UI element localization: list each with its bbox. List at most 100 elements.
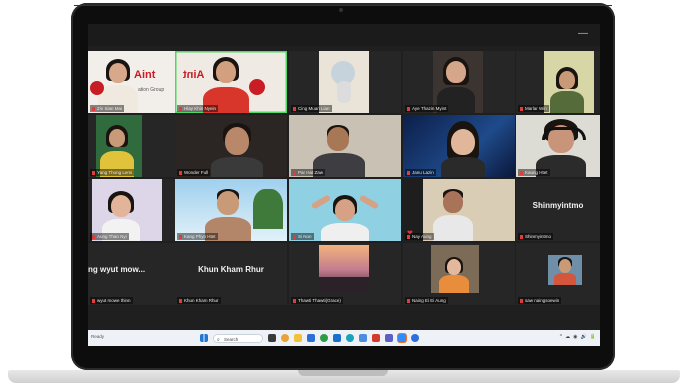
mic-muted-icon xyxy=(293,298,296,303)
participant-video xyxy=(403,243,515,305)
chat-icon[interactable] xyxy=(411,334,419,342)
mic-muted-icon xyxy=(520,298,523,303)
volume-icon[interactable]: 🔊 xyxy=(581,334,587,340)
xbox-icon[interactable] xyxy=(320,334,328,342)
laptop-notch xyxy=(298,370,388,376)
participant-name: Zin Sian Mai xyxy=(97,106,123,111)
participant-display-name: Khun Kham Rhur xyxy=(198,265,264,274)
video-tile[interactable]: Marlar Win xyxy=(516,51,600,113)
heart-reaction-icon: ❤ xyxy=(407,230,413,237)
mic-muted-icon xyxy=(92,170,95,175)
participant-name: Cing Muan Lian xyxy=(298,106,330,111)
video-tile[interactable]: Par Hat Zaw xyxy=(289,115,401,177)
video-tile[interactable]: Naing Ei Ei Aung xyxy=(403,243,515,305)
video-tile-no-video[interactable]: Khun Kham Rhur Khun Kham Rhur xyxy=(175,243,287,305)
taskbar-search-input[interactable]: ⌕ Search xyxy=(213,333,263,343)
minimize-icon[interactable]: — xyxy=(578,29,588,39)
mic-muted-icon xyxy=(179,234,182,239)
participant-name: Par Hat Zaw xyxy=(298,170,324,175)
file-explorer-icon[interactable] xyxy=(294,334,302,342)
zoom-meeting-screen: — Aint ation Group Zin Sian Mai Aint Hla… xyxy=(88,24,600,346)
participant-name: Naing Ei Ei Aung xyxy=(412,298,446,303)
store-icon[interactable] xyxy=(307,334,315,342)
virtual-background-subtext: ation Group xyxy=(138,87,165,93)
participant-name: Wonder Full xyxy=(184,170,209,175)
mic-muted-icon xyxy=(293,234,296,239)
participant-video xyxy=(403,179,515,241)
participant-video xyxy=(289,115,401,177)
participant-video xyxy=(289,51,401,113)
teams-icon[interactable] xyxy=(385,334,393,342)
browser-icon[interactable] xyxy=(281,334,289,342)
participant-name: Kaung Htet xyxy=(525,170,548,175)
mic-muted-icon xyxy=(520,170,523,175)
red-app-icon[interactable] xyxy=(372,334,380,342)
mic-muted-icon xyxy=(92,298,95,303)
participant-name: Khun Kham Rhur xyxy=(184,298,219,303)
participant-video xyxy=(289,179,401,241)
video-tile[interactable]: Cing Muan Lian xyxy=(289,51,401,113)
video-tile[interactable]: Kang Phyo Htet xyxy=(175,179,287,241)
magnifier-icon: ⌕ xyxy=(217,336,220,343)
edge-icon[interactable] xyxy=(346,334,354,342)
participant-name: wyut mowe thinn xyxy=(97,298,131,303)
participant-video xyxy=(403,115,515,177)
participant-video xyxy=(516,51,600,113)
participant-name: Si Non xyxy=(298,234,312,239)
battery-icon[interactable]: 🔋 xyxy=(590,334,596,340)
windows-logo-icon[interactable] xyxy=(200,334,208,342)
cloud-icon[interactable]: ☁ xyxy=(565,334,570,340)
mic-muted-icon xyxy=(520,106,523,111)
mic-muted-icon xyxy=(92,234,95,239)
video-tile-active-speaker[interactable]: Aint Hlay Khin Nyein xyxy=(175,51,287,113)
participant-video xyxy=(403,51,515,113)
video-tile[interactable]: Wonder Full xyxy=(175,115,287,177)
mic-muted-icon xyxy=(179,298,182,303)
participant-name: Thawti Thawti(Grace) xyxy=(298,298,341,303)
participant-name: Marlar Win xyxy=(525,106,547,111)
windows-taskbar: Ready ⌕ Search ^ ☁ ◉ 🔊 🔋 xyxy=(88,330,600,346)
mic-muted-icon xyxy=(179,170,182,175)
mic-muted-icon xyxy=(407,106,410,111)
participant-name: Nay Aung xyxy=(412,234,432,239)
video-tile[interactable]: Janu Lazin xyxy=(403,115,515,177)
participant-name: Aung Than Nyi xyxy=(97,234,127,239)
task-view-icon[interactable] xyxy=(268,334,276,342)
wifi-icon[interactable]: ◉ xyxy=(573,334,577,340)
mic-muted-icon xyxy=(520,234,523,239)
participant-name: Hlay Khin Nyein xyxy=(184,106,217,111)
participant-display-name: Shinmyintmo xyxy=(532,201,584,210)
participant-video xyxy=(175,179,287,241)
participant-video xyxy=(516,243,600,305)
participant-name: Janu Lazin xyxy=(412,170,434,175)
outlook-icon[interactable] xyxy=(333,334,341,342)
participant-name: saw naingsoewin xyxy=(525,298,560,303)
webcam xyxy=(339,8,343,12)
video-tile[interactable]: Aye Thazin Myint xyxy=(403,51,515,113)
lid-edge xyxy=(74,5,612,6)
video-tile[interactable]: Kaung Htet xyxy=(516,115,600,177)
mic-muted-icon xyxy=(92,106,95,111)
participant-video xyxy=(289,243,401,305)
video-tile[interactable]: Si Non xyxy=(289,179,401,241)
meeting-topbar: — xyxy=(88,24,600,46)
virtual-background-text: Aint xyxy=(183,69,205,81)
system-tray: ^ ☁ ◉ 🔊 🔋 xyxy=(560,334,596,340)
mic-muted-icon xyxy=(407,298,410,303)
virtual-background-text: Aint xyxy=(134,69,156,81)
mic-muted-icon xyxy=(293,106,296,111)
zoom-icon[interactable] xyxy=(398,334,406,342)
status-text: Ready xyxy=(91,334,105,339)
video-tile[interactable]: saw naingsoewin xyxy=(516,243,600,305)
video-tile[interactable]: Nay Aung ❤ xyxy=(403,179,515,241)
mic-muted-icon xyxy=(179,106,182,111)
participant-name: Kang Phyo Htet xyxy=(184,234,216,239)
participant-video xyxy=(516,115,600,177)
participant-name: Yang Thong Lemi xyxy=(97,170,133,175)
video-tile-no-video[interactable]: Shinmyintmo Shinmyintmo xyxy=(516,179,600,241)
gallery-grid: Aint ation Group Zin Sian Mai Aint Hlay … xyxy=(88,46,600,305)
participant-name: Aye Thazin Myint xyxy=(412,106,447,111)
photos-icon[interactable] xyxy=(359,334,367,342)
video-tile[interactable]: Thawti Thawti(Grace) xyxy=(289,243,401,305)
tray-overflow-icon[interactable]: ^ xyxy=(560,334,562,340)
